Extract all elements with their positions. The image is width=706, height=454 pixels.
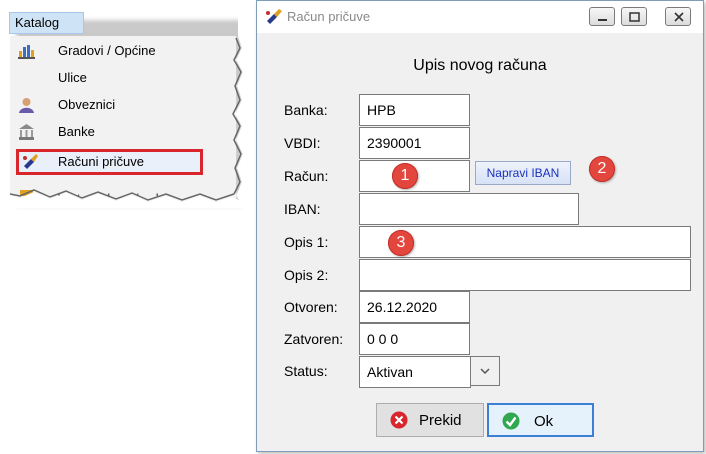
label-racun: Račun: [284, 168, 329, 184]
annotation-marker-3: 3 [388, 230, 414, 256]
zatvoren-field[interactable]: 0 0 0 [359, 323, 470, 355]
label-opis1: Opis 1: [284, 234, 329, 250]
label-opis2: Opis 2: [284, 267, 329, 283]
checkmark-icon [502, 412, 520, 430]
opis2-field[interactable] [359, 259, 691, 291]
form-heading: Upis novog računa [413, 57, 547, 74]
vbdi-field[interactable]: 2390001 [359, 127, 470, 159]
chevron-down-icon [480, 368, 490, 375]
satellite-icon [266, 9, 282, 24]
minimize-button[interactable] [589, 7, 615, 26]
status-dropdown-button[interactable] [470, 356, 500, 386]
maximize-button[interactable] [621, 7, 647, 26]
annotation-marker-2: 2 [589, 156, 615, 182]
ok-button[interactable]: Ok [487, 403, 594, 437]
prekid-button[interactable]: Prekid [376, 403, 484, 437]
label-zatvoren: Zatvoren: [284, 331, 344, 347]
title-bar: Račun pričuve [257, 1, 703, 33]
status-select[interactable]: Aktivan [359, 356, 471, 388]
ok-label: Ok [534, 413, 554, 430]
label-iban: IBAN: [284, 201, 321, 217]
label-status: Status: [284, 363, 328, 379]
iban-field[interactable] [359, 193, 579, 225]
torn-edge-decoration [6, 8, 246, 208]
katalog-menu: Katalog Gradovi / Općine Ulice Obveznici… [6, 8, 246, 208]
banka-field[interactable]: HPB [359, 94, 470, 126]
label-banka: Banka: [284, 102, 328, 118]
napravi-iban-button[interactable]: Napravi IBAN [475, 161, 571, 185]
prekid-label: Prekid [419, 412, 462, 429]
label-otvoren: Otvoren: [284, 299, 338, 315]
label-vbdi: VBDI: [284, 135, 321, 151]
racun-pricuve-dialog: Račun pričuve Upis novog računa Banka: H… [256, 0, 704, 452]
window-title: Račun pričuve [287, 9, 371, 24]
minimize-icon [598, 19, 607, 21]
otvoren-field[interactable]: 26.12.2020 [359, 291, 470, 323]
maximize-icon [629, 12, 640, 22]
cancel-icon [390, 411, 408, 429]
close-button[interactable] [665, 7, 691, 26]
annotation-marker-1: 1 [392, 163, 418, 189]
close-icon [674, 12, 684, 22]
